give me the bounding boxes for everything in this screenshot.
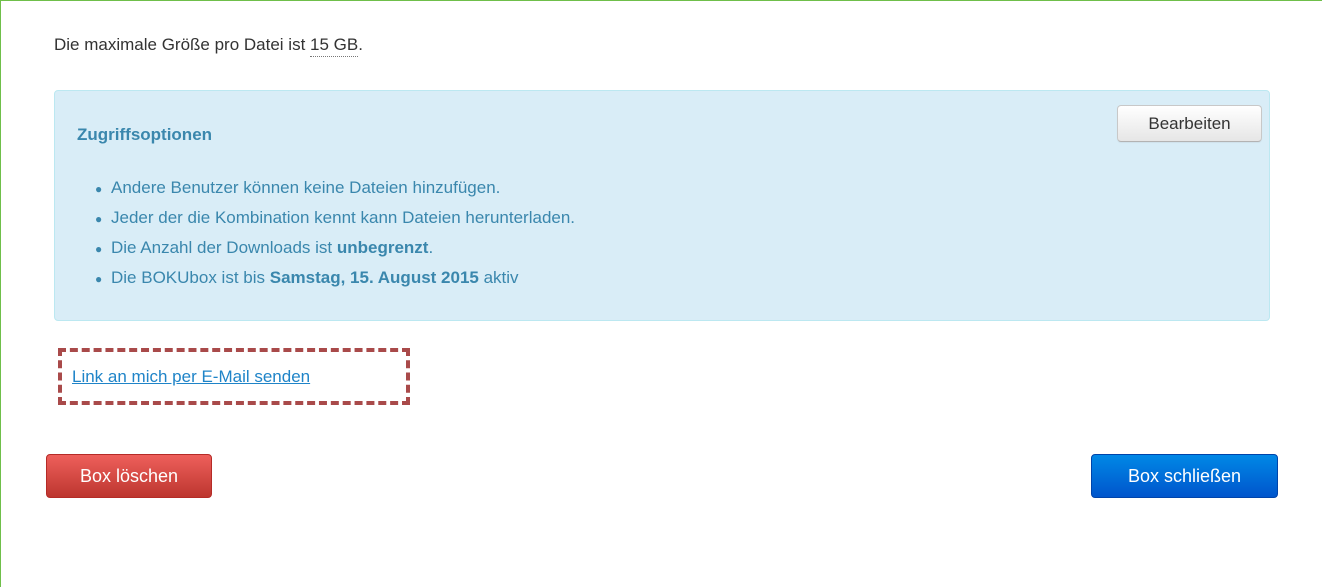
bullet-icon: ● [95,272,103,286]
max-file-size-prefix: Die maximale Größe pro Datei ist [54,35,311,54]
bullet-icon: ● [95,182,103,196]
download-limit-value: unbegrenzt [336,238,429,257]
list-item: ● Jeder der die Kombination kennt kann Da… [95,203,575,233]
option-text-prefix: Die Anzahl der Downloads ist [111,238,337,257]
option-text-suffix: aktiv [478,268,519,287]
option-text: Jeder der die Kombination kennt kann Dat… [111,208,576,227]
access-options-panel: Zugriffsoptionen Bearbeiten ● Andere Benu… [54,90,1270,321]
max-file-size-suffix: . [358,35,363,54]
list-item: ● Die BOKUbox ist bis Samstag, 15. August… [95,263,575,293]
list-item: ● Andere Benutzer können keine Dateien hi… [95,173,575,203]
option-text: Andere Benutzer können keine Dateien hin… [111,178,501,197]
email-link[interactable]: Link an mich per E-Mail senden [72,367,310,387]
access-options-title: Zugriffsoptionen [77,125,213,144]
expiry-date-value: Samstag, 15. August 2015 [269,268,479,287]
bullet-icon: ● [95,212,103,226]
bullet-icon: ● [95,242,103,256]
close-box-button[interactable]: Box schließen [1091,454,1278,498]
max-file-size-value: 15 GB [310,35,359,57]
edit-button[interactable]: Bearbeiten [1117,105,1262,142]
option-text-suffix: . [428,238,434,257]
list-item: ● Die Anzahl der Downloads ist unbegrenzt… [95,233,575,263]
delete-box-button[interactable]: Box löschen [46,454,212,498]
max-file-size-text: Die maximale Größe pro Datei ist 15 GB. [54,35,363,57]
access-options-list: ● Andere Benutzer können keine Dateien hi… [95,173,575,293]
option-text-prefix: Die BOKUbox ist bis [111,268,270,287]
dialog-frame: Die maximale Größe pro Datei ist 15 GB. … [0,0,1322,587]
